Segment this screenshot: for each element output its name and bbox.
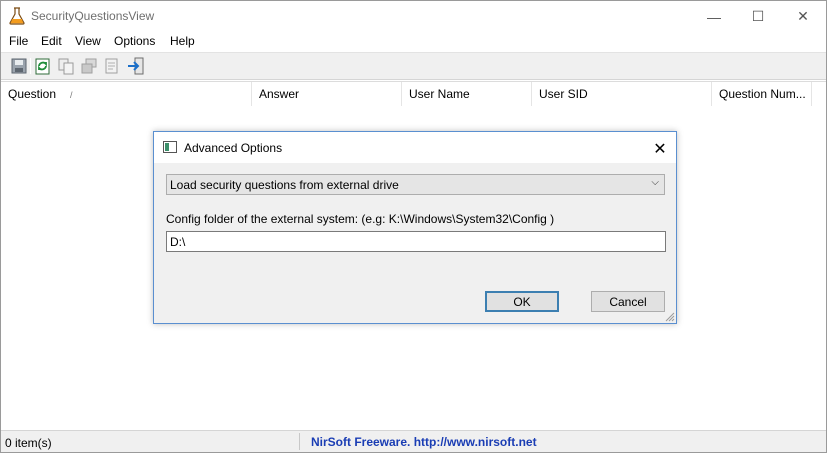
minimize-icon: — xyxy=(707,8,721,25)
source-select[interactable]: Load security questions from external dr… xyxy=(166,174,665,195)
column-question-number-label: Question Num... xyxy=(719,87,806,101)
ok-button[interactable]: OK xyxy=(485,291,559,312)
config-folder-input[interactable]: D:\ xyxy=(166,231,666,252)
column-divider[interactable] xyxy=(811,82,812,106)
toolbar xyxy=(1,52,826,80)
report-icon[interactable] xyxy=(103,57,121,75)
column-user-name-label: User Name xyxy=(409,87,470,101)
menu-help[interactable]: Help xyxy=(170,34,195,48)
dialog-window-icon xyxy=(163,141,177,153)
refresh-icon[interactable] xyxy=(34,57,52,75)
column-user-sid-label: User SID xyxy=(539,87,588,101)
close-button[interactable]: ✕ xyxy=(780,1,826,32)
status-bar: 0 item(s) NirSoft Freeware. http://www.n… xyxy=(1,430,826,452)
maximize-button[interactable]: ☐ xyxy=(735,1,781,32)
close-icon: ✕ xyxy=(797,8,809,24)
maximize-icon: ☐ xyxy=(751,8,765,24)
main-window: SecurityQuestionsView — ☐ ✕ File Edit Vi… xyxy=(0,0,827,453)
column-question[interactable]: Question / xyxy=(1,82,252,106)
config-folder-value: D:\ xyxy=(170,235,186,249)
sort-indicator-icon: / xyxy=(70,90,73,100)
menu-options[interactable]: Options xyxy=(114,34,155,48)
column-question-label: Question xyxy=(8,87,57,101)
flask-icon xyxy=(9,7,25,25)
item-count: 0 item(s) xyxy=(5,436,52,450)
status-divider xyxy=(299,433,300,450)
menu-file[interactable]: File xyxy=(9,34,28,48)
advanced-options-dialog: Advanced Options ✕ Load security questio… xyxy=(153,131,677,324)
minimize-button[interactable]: — xyxy=(691,1,737,32)
save-icon[interactable] xyxy=(10,57,28,75)
exit-icon[interactable] xyxy=(127,57,145,75)
column-answer[interactable]: Answer xyxy=(252,82,402,106)
menu-edit[interactable]: Edit xyxy=(41,34,62,48)
dialog-close-icon[interactable]: ✕ xyxy=(650,139,670,159)
window-title: SecurityQuestionsView xyxy=(31,9,155,23)
column-user-name[interactable]: User Name xyxy=(402,82,532,106)
resize-grip-icon[interactable] xyxy=(665,312,675,322)
column-answer-label: Answer xyxy=(259,87,300,101)
dialog-title-bar[interactable]: Advanced Options ✕ xyxy=(154,132,676,163)
config-folder-label: Config folder of the external system: (e… xyxy=(166,212,555,226)
dialog-title: Advanced Options xyxy=(184,141,283,155)
chevron-down-icon: ⌵ xyxy=(651,177,659,188)
title-bar[interactable]: SecurityQuestionsView — ☐ ✕ xyxy=(1,1,826,32)
copy-icon[interactable] xyxy=(57,57,75,75)
cancel-button[interactable]: Cancel xyxy=(591,291,665,312)
column-question-number[interactable]: Question Num... xyxy=(712,82,812,106)
menu-bar: File Edit View Options Help xyxy=(1,32,826,52)
column-user-sid[interactable]: User SID xyxy=(532,82,712,106)
source-select-value: Load security questions from external dr… xyxy=(170,178,399,192)
toolbar-separator xyxy=(30,58,31,74)
nirsoft-link[interactable]: NirSoft Freeware. http://www.nirsoft.net xyxy=(311,435,537,449)
menu-view[interactable]: View xyxy=(75,34,101,48)
properties-icon[interactable] xyxy=(80,57,98,75)
